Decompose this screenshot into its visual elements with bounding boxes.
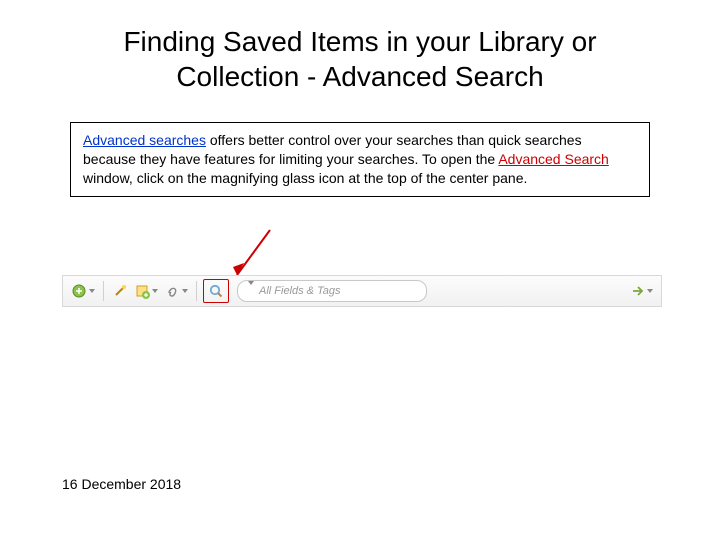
slide-date: 16 December 2018	[62, 476, 181, 492]
dropdown-caret-icon	[248, 281, 254, 297]
search-mode-dropdown[interactable]	[246, 285, 254, 297]
dropdown-caret-icon	[152, 289, 158, 293]
magnifying-glass-icon	[208, 283, 224, 299]
zotero-toolbar: All Fields & Tags	[62, 275, 662, 307]
advanced-searches-link[interactable]: Advanced searches	[83, 132, 206, 148]
desc-text-2: window, click on the magnifying glass ic…	[83, 170, 527, 186]
slide-title: Finding Saved Items in your Library or C…	[0, 0, 720, 94]
advanced-search-button-highlight	[203, 279, 229, 303]
new-collection-button[interactable]	[69, 279, 97, 303]
search-input[interactable]: All Fields & Tags	[237, 280, 427, 302]
description-box: Advanced searches offers better control …	[70, 122, 650, 197]
new-item-button[interactable]	[132, 279, 160, 303]
advanced-search-link[interactable]: Advanced Search	[498, 151, 609, 167]
wand-button[interactable]	[110, 279, 130, 303]
attach-button[interactable]	[162, 279, 190, 303]
advanced-search-button[interactable]	[206, 279, 226, 303]
search-placeholder: All Fields & Tags	[259, 285, 341, 297]
separator	[103, 281, 104, 301]
dropdown-caret-icon	[182, 289, 188, 293]
title-line-1: Finding Saved Items in your Library or	[123, 26, 596, 57]
title-line-2: Collection - Advanced Search	[176, 61, 543, 92]
dropdown-caret-icon	[89, 289, 95, 293]
arrow-right-icon	[631, 284, 645, 298]
sync-arrow-button[interactable]	[629, 279, 655, 303]
separator	[196, 281, 197, 301]
dropdown-caret-icon	[647, 289, 653, 293]
